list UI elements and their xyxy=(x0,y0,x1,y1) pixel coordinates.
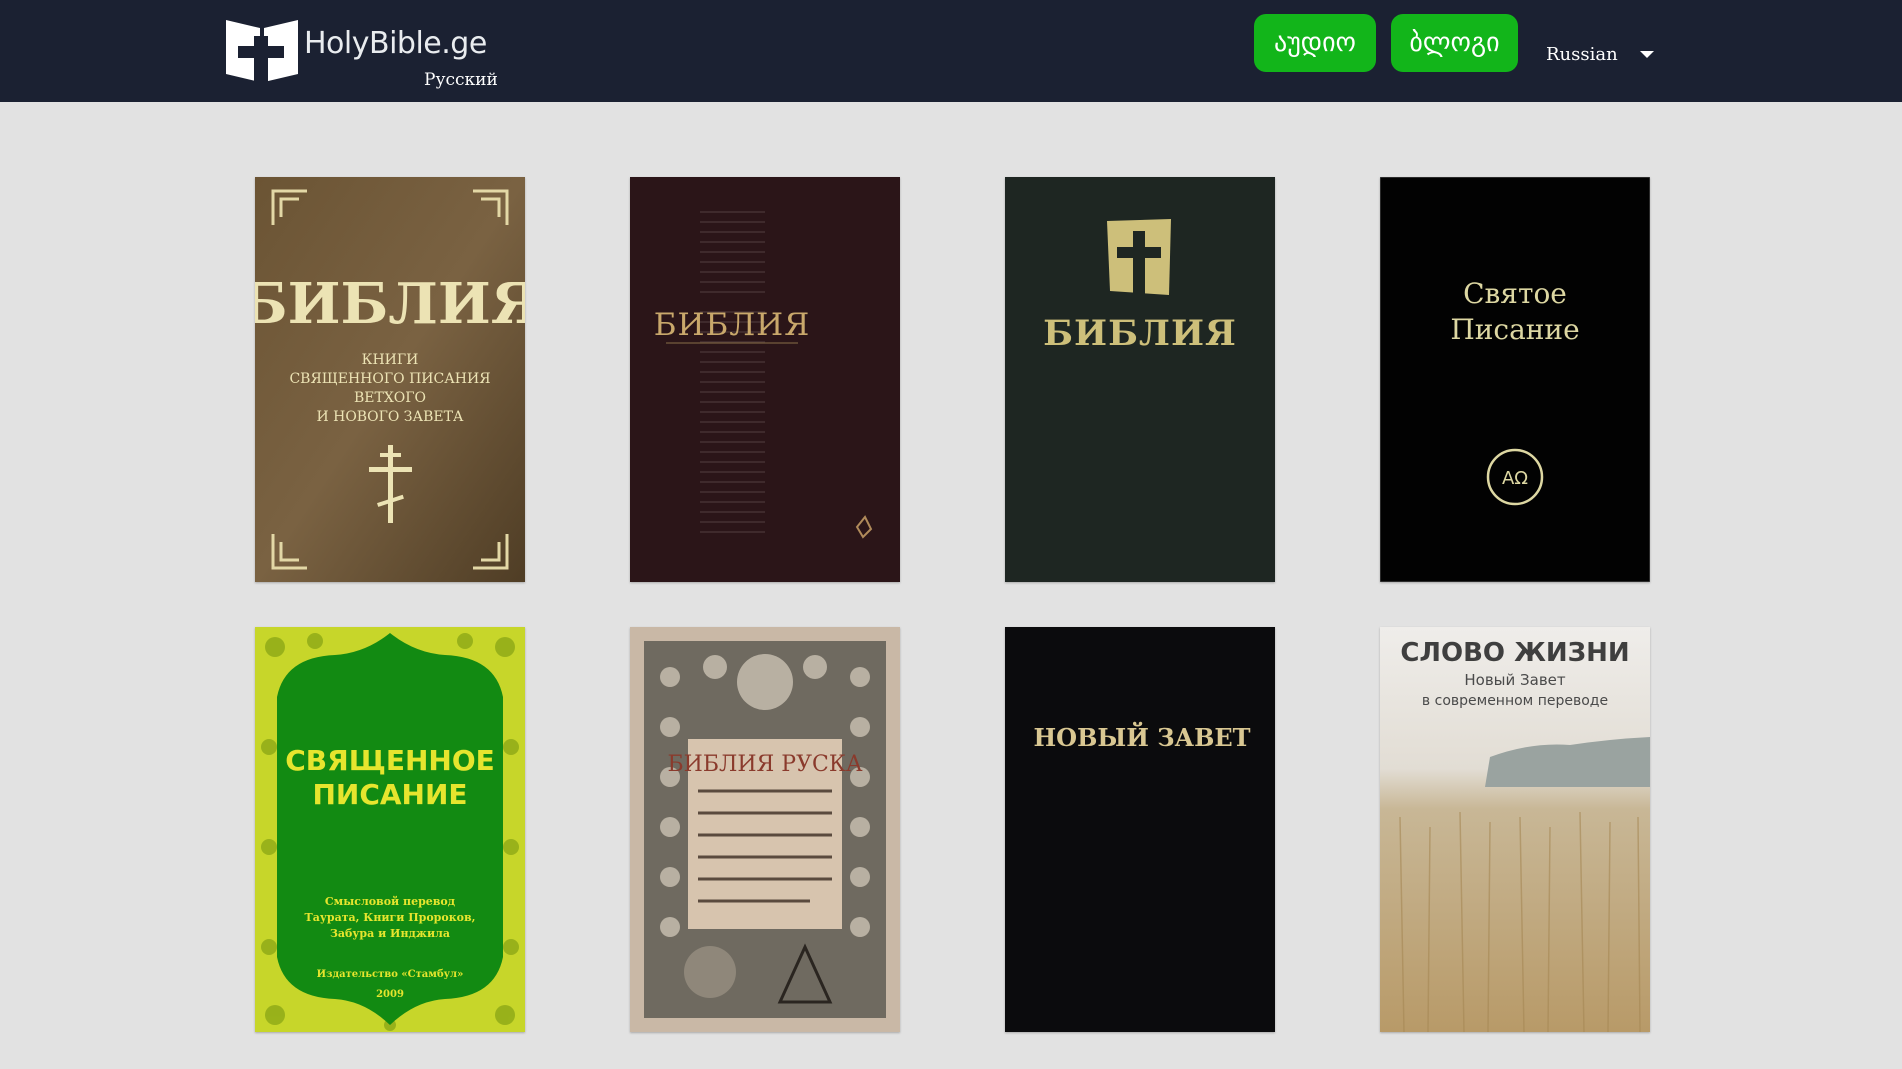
svg-text:КНИГИ: КНИГИ xyxy=(362,352,419,368)
book-cover-2[interactable]: БИБЛИЯ xyxy=(630,177,900,582)
svg-text:И НОВОГО ЗАВЕТА: И НОВОГО ЗАВЕТА xyxy=(316,409,463,425)
book-cover-7[interactable]: НОВЫЙ ЗАВЕТ xyxy=(1005,627,1275,1032)
book-3-title: БИБЛИЯ xyxy=(1043,313,1237,354)
caret-down-icon xyxy=(1640,50,1654,58)
svg-text:Смысловой перевод: Смысловой перевод xyxy=(325,895,455,908)
book-5-title-line1: СВЯЩЕННОЕ xyxy=(285,744,495,777)
language-dropdown[interactable]: Russian xyxy=(1546,34,1654,74)
book-cover-8[interactable]: СЛОВО ЖИЗНИ Новый Завет в современном пе… xyxy=(1380,627,1650,1032)
book-8-title: СЛОВО ЖИЗНИ xyxy=(1400,638,1629,668)
svg-text:2009: 2009 xyxy=(376,989,404,1000)
book-2-title: БИБЛИЯ xyxy=(654,307,811,343)
book-5-title-line2: ПИСАНИЕ xyxy=(312,778,467,811)
book-1-title: БИБЛИЯ xyxy=(255,271,525,337)
site-logo[interactable]: HolyBible.ge Русский xyxy=(224,14,514,94)
book-cover-1[interactable]: БИБЛИЯ КНИГИ СВЯЩЕННОГО ПИСАНИЯ ВЕТХОГО … xyxy=(255,177,525,582)
book-7-title: НОВЫЙ ЗАВЕТ xyxy=(1033,721,1250,752)
book-cover-6[interactable]: БИБЛИЯ РУСКА xyxy=(630,627,900,1032)
logo-subtitle: Русский xyxy=(424,70,498,90)
logo-text: HolyBible.ge xyxy=(304,26,487,61)
book-4-title-line1: Святое xyxy=(1463,277,1567,310)
svg-text:Таурата, Книги Пророков,: Таурата, Книги Пророков, xyxy=(305,911,476,924)
book-4-title-line2: Писание xyxy=(1450,313,1579,346)
book-6-title: БИБЛИЯ РУСКА xyxy=(667,752,862,777)
top-navbar: HolyBible.ge Русский აუდიო ბლოგი Russian xyxy=(0,0,1902,102)
bible-cross-icon xyxy=(226,20,298,82)
svg-text:Забура и Инджила: Забура и Инджила xyxy=(330,927,450,940)
book-cover-5[interactable]: СВЯЩЕННОЕ ПИСАНИЕ Смысловой перевод Таур… xyxy=(255,627,525,1032)
language-selected: Russian xyxy=(1546,43,1618,65)
audio-button[interactable]: აუდიო xyxy=(1254,14,1376,72)
book-cover-3[interactable]: БИБЛИЯ xyxy=(1005,177,1275,582)
svg-text:Издательство «Стамбул»: Издательство «Стамбул» xyxy=(317,969,464,980)
blog-button[interactable]: ბლოგი xyxy=(1391,14,1518,72)
svg-text:ВЕТХОГО: ВЕТХОГО xyxy=(354,390,426,406)
svg-text:в современном переводе: в современном переводе xyxy=(1422,693,1608,709)
svg-text:Новый Завет: Новый Завет xyxy=(1464,671,1566,689)
book-cover-4[interactable]: Святое Писание AΩ xyxy=(1380,177,1650,582)
svg-text:СВЯЩЕННОГО ПИСАНИЯ: СВЯЩЕННОГО ПИСАНИЯ xyxy=(289,371,490,387)
svg-text:AΩ: AΩ xyxy=(1502,468,1528,489)
